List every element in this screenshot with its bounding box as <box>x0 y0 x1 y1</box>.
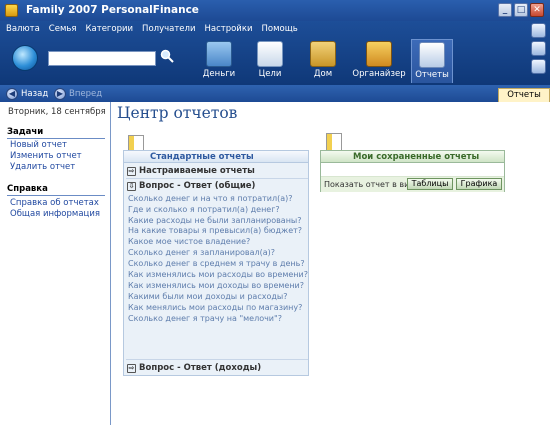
close-button[interactable]: ✕ <box>530 3 544 17</box>
back-arrow-icon: ◀ <box>6 87 18 100</box>
divider <box>126 178 308 179</box>
menu-item-categories[interactable]: Категории <box>86 24 134 34</box>
reports-icon <box>419 42 445 68</box>
help-heading: Справка <box>7 184 105 196</box>
edit-report-link[interactable]: Изменить отчет <box>10 151 82 161</box>
menu-item-family[interactable]: Семья <box>49 24 77 34</box>
question-link[interactable]: Сколько денег в среднем я трачу в день? <box>128 259 305 268</box>
custom-reports-label: Настраиваемые отчеты <box>139 166 255 176</box>
qa-general-label: Вопрос - Ответ (общие) <box>139 181 256 191</box>
question-link[interactable]: Какое мое чистое владение? <box>128 237 250 246</box>
question-link[interactable]: На какие товары я превысил(а) бюджет? <box>128 226 302 235</box>
question-link[interactable]: Сколько денег я запланировал(а)? <box>128 248 275 257</box>
delete-report-link[interactable]: Удалить отчет <box>10 162 75 172</box>
menu-item-payees[interactable]: Получатели <box>142 24 195 34</box>
expand-icon: ⇨ <box>127 166 136 176</box>
window-controls: _ □ ✕ <box>498 3 544 17</box>
question-link[interactable]: Где и сколько я потратил(а) денег? <box>128 205 280 214</box>
nav-money[interactable]: Деньги <box>194 39 244 83</box>
qa-general-item[interactable]: ⇩ Вопрос - Ответ (общие) <box>127 181 255 191</box>
forward-button[interactable]: ▶ Вперед <box>54 87 102 100</box>
page-title: Центр отчетов <box>117 104 238 122</box>
windows-icon[interactable] <box>531 59 546 74</box>
qa-income-label: Вопрос - Ответ (доходы) <box>139 363 262 373</box>
question-link[interactable]: Сколько денег и на что я потратил(а)? <box>128 194 293 203</box>
current-date: Вторник, 18 сентября <box>8 107 106 117</box>
header-band: Валюта Семья Категории Получатели Настро… <box>0 21 550 85</box>
menu-item-currency[interactable]: Валюта <box>6 24 40 34</box>
search-icon[interactable] <box>160 49 174 63</box>
money-icon <box>206 41 232 67</box>
nav-goals-label: Цели <box>258 69 282 79</box>
collapse-icon: ⇩ <box>127 181 136 191</box>
nav-reports[interactable]: Отчеты <box>411 39 453 83</box>
reports-help-link[interactable]: Справка об отчетах <box>10 198 99 208</box>
toolbar: ◀ Назад ▶ Вперед Отчеты <box>0 85 550 102</box>
header-side-icons <box>531 23 546 74</box>
chart-view-button[interactable]: Графика <box>456 178 502 190</box>
saved-reports-header: Мои сохраненные отчеты <box>321 151 504 163</box>
sidebar: Вторник, 18 сентября Задачи Новый отчет … <box>0 102 111 425</box>
nav-reports-label: Отчеты <box>415 70 449 80</box>
nav-organizer-label: Органайзер <box>352 69 406 79</box>
standard-reports-header: Стандартные отчеты <box>124 151 308 163</box>
minimize-button[interactable]: _ <box>498 3 512 17</box>
question-link[interactable]: Сколько денег я трачу на "мелочи"? <box>128 314 282 323</box>
nav-home[interactable]: Дом <box>298 39 348 83</box>
menu-item-help[interactable]: Помощь <box>262 24 298 34</box>
maximize-button[interactable]: □ <box>514 3 528 17</box>
qa-income-item[interactable]: ⇨ Вопрос - Ответ (доходы) <box>127 363 261 373</box>
question-link[interactable]: Как менялись мои расходы по магазину? <box>128 303 302 312</box>
question-link[interactable]: Как изменялись мои расходы во времени? <box>128 270 308 279</box>
goals-icon <box>257 41 283 67</box>
back-button[interactable]: ◀ Назад <box>6 87 48 100</box>
back-label: Назад <box>21 88 49 99</box>
nav-goals[interactable]: Цели <box>245 39 295 83</box>
menu-item-settings[interactable]: Настройки <box>204 24 252 34</box>
question-link[interactable]: Какие расходы не были запланированы? <box>128 216 302 225</box>
window-title: Family 2007 PersonalFinance <box>26 4 199 16</box>
organizer-icon <box>366 41 392 67</box>
globe-icon[interactable] <box>12 45 38 71</box>
home-icon <box>310 41 336 67</box>
question-link[interactable]: Какими были мои доходы и расходы? <box>128 292 287 301</box>
forward-label: Вперед <box>69 88 103 99</box>
tasks-heading: Задачи <box>7 127 105 139</box>
search-input[interactable] <box>48 51 156 66</box>
standard-reports-panel: Стандартные отчеты ⇨ Настраиваемые отчет… <box>123 150 309 376</box>
standard-reports-title: Стандартные отчеты <box>150 152 254 162</box>
table-view-button[interactable]: Таблицы <box>407 178 453 190</box>
home-shortcut-icon[interactable] <box>531 23 546 38</box>
custom-reports-item[interactable]: ⇨ Настраиваемые отчеты <box>127 166 255 176</box>
saved-reports-panel: Мои сохраненные отчеты Показать отчет в … <box>320 150 505 192</box>
update-icon[interactable] <box>531 41 546 56</box>
menu-bar: Валюта Семья Категории Получатели Настро… <box>6 24 298 34</box>
question-link[interactable]: Как изменялись мои доходы во времени? <box>128 281 304 290</box>
nav-money-label: Деньги <box>202 69 236 79</box>
nav-organizer[interactable]: Органайзер <box>352 39 406 83</box>
nav-home-label: Дом <box>313 69 333 79</box>
forward-arrow-icon: ▶ <box>54 87 66 100</box>
tab-reports[interactable]: Отчеты <box>498 88 550 102</box>
app-icon <box>5 4 18 17</box>
new-report-link[interactable]: Новый отчет <box>10 140 67 150</box>
saved-reports-title: Мои сохраненные отчеты <box>353 152 480 162</box>
divider <box>126 359 308 360</box>
saved-reports-footer: Показать отчет в виде: Таблицы Графика <box>321 177 504 192</box>
title-bar: Family 2007 PersonalFinance _ □ ✕ <box>0 0 550 21</box>
general-info-link[interactable]: Общая информация <box>10 209 100 219</box>
saved-reports-list[interactable] <box>321 163 504 177</box>
expand-icon: ⇨ <box>127 363 136 373</box>
